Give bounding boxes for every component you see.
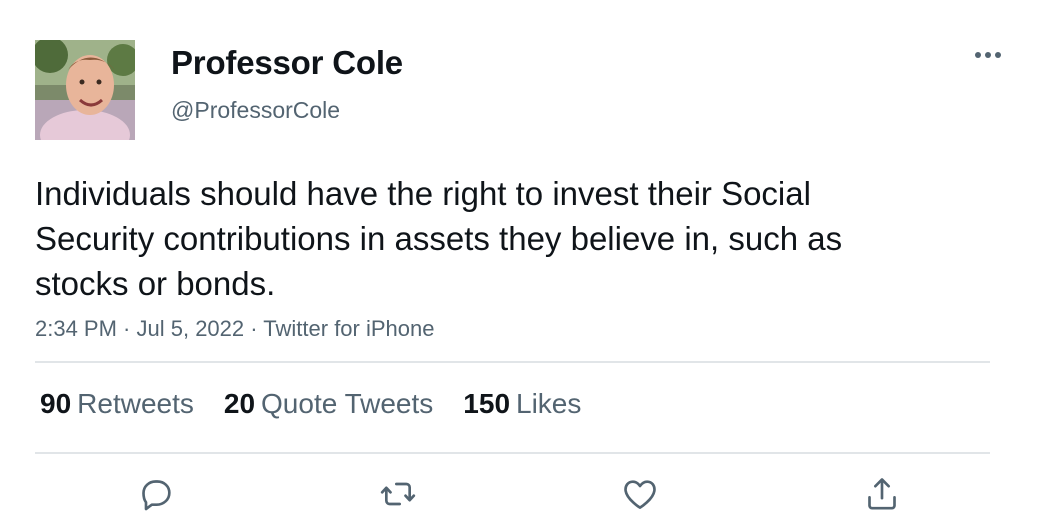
- quotes-stat[interactable]: 20 Quote Tweets: [224, 388, 433, 420]
- avatar-photo: [35, 40, 135, 140]
- tweet-meta: 2:34 PM · Jul 5, 2022 · Twitter for iPho…: [35, 316, 434, 342]
- reply-icon: [142, 480, 171, 511]
- meta-separator: ·: [244, 316, 264, 341]
- share-button[interactable]: [860, 474, 904, 514]
- more-options-button[interactable]: [972, 45, 1004, 65]
- share-icon: [868, 478, 896, 510]
- quotes-count: 20: [223, 388, 256, 419]
- tweet-date[interactable]: Jul 5, 2022: [137, 316, 245, 341]
- quotes-label: Quote Tweets: [261, 388, 434, 419]
- heart-icon: [624, 480, 656, 509]
- likes-count: 150: [463, 388, 511, 419]
- tweet-stats: 90 Retweets 20 Quote Tweets 150 Likes: [40, 388, 611, 420]
- tweet-source[interactable]: Twitter for iPhone: [263, 316, 434, 341]
- likes-label: Likes: [516, 388, 582, 419]
- action-bar: [0, 474, 1050, 514]
- reply-button[interactable]: [134, 474, 178, 514]
- avatar[interactable]: [35, 40, 135, 140]
- likes-stat[interactable]: 150 Likes: [463, 388, 581, 420]
- author-name[interactable]: Professor Cole: [171, 44, 403, 82]
- retweets-stat[interactable]: 90 Retweets: [40, 388, 194, 420]
- tweet-time[interactable]: 2:34 PM: [35, 316, 117, 341]
- more-options-icon: [975, 52, 1001, 58]
- tweet-text: Individuals should have the right to inv…: [35, 175, 843, 302]
- divider: [35, 452, 990, 454]
- author-handle[interactable]: @ProfessorCole: [171, 97, 340, 124]
- retweet-icon: [380, 482, 416, 506]
- like-button[interactable]: [618, 474, 662, 514]
- meta-separator: ·: [116, 316, 137, 341]
- divider: [35, 361, 990, 363]
- retweet-button[interactable]: [376, 474, 420, 514]
- retweets-label: Retweets: [77, 388, 194, 419]
- retweets-count: 90: [40, 388, 72, 419]
